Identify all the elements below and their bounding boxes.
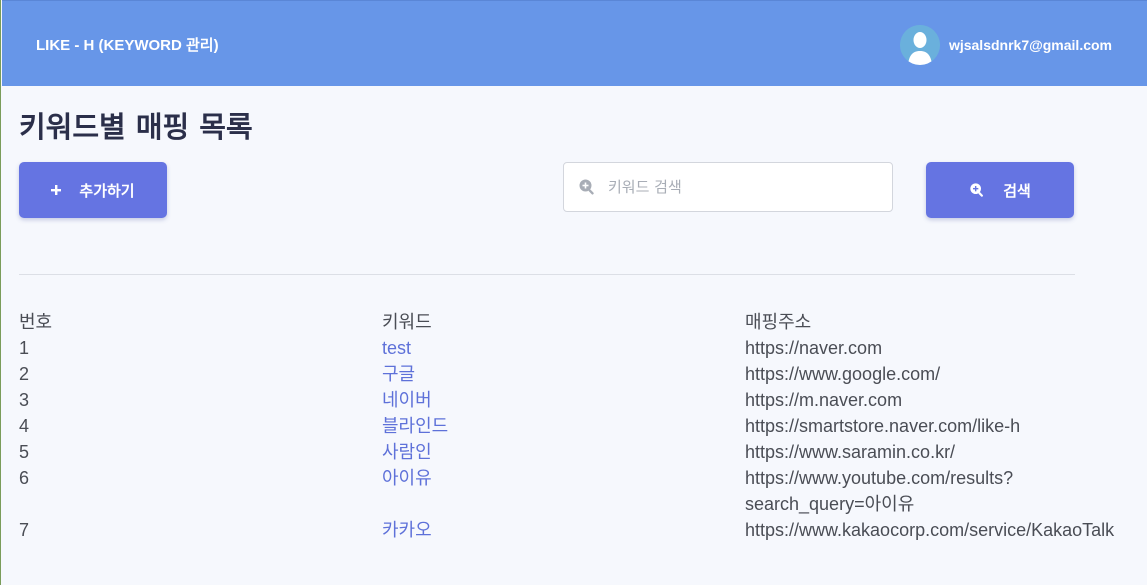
column-header-url: 매핑주소 bbox=[745, 312, 812, 332]
add-button-label: 추가하기 bbox=[79, 181, 135, 200]
mapping-url: https://www.youtube.com/results? search_… bbox=[745, 465, 1145, 517]
search-icon bbox=[969, 182, 985, 198]
mapping-url: https://smartstore.naver.com/like-h bbox=[745, 416, 1021, 436]
mapping-url: https://www.saramin.co.kr/ bbox=[745, 442, 956, 462]
search-icon bbox=[578, 178, 596, 196]
plus-icon bbox=[51, 185, 62, 195]
mapping-url: https://www.google.com/ bbox=[745, 364, 941, 384]
row-number: 7 bbox=[19, 520, 30, 540]
row-number: 2 bbox=[19, 364, 30, 384]
keyword-link[interactable]: 사람인 bbox=[382, 439, 432, 465]
search-field[interactable] bbox=[563, 162, 893, 212]
keyword-link[interactable]: 블라인드 bbox=[382, 413, 448, 439]
search-button-label: 검색 bbox=[1003, 181, 1031, 200]
keyword-link[interactable]: 아이유 bbox=[382, 465, 432, 491]
search-button[interactable]: 검색 bbox=[926, 162, 1074, 218]
brand-title[interactable]: LIKE - H (KEYWORD 관리) bbox=[36, 34, 219, 55]
row-number: 5 bbox=[19, 442, 30, 462]
row-number: 6 bbox=[19, 468, 30, 488]
row-number: 3 bbox=[19, 390, 30, 410]
top-navbar: LIKE - H (KEYWORD 관리) wjsalsdnrk7@gmail.… bbox=[2, 0, 1147, 86]
mapping-url: https://naver.com bbox=[745, 338, 883, 358]
mapping-url-line-2: search_query=아이유 bbox=[745, 494, 915, 514]
column-header-keyword: 키워드 bbox=[382, 312, 432, 332]
keyword-link[interactable]: test bbox=[382, 335, 411, 361]
mapping-url: https://www.kakaocorp.com/service/KakaoT… bbox=[745, 520, 1115, 540]
row-number: 1 bbox=[19, 338, 30, 358]
mapping-url-line-1: https://www.youtube.com/results? bbox=[745, 468, 1014, 488]
row-number: 4 bbox=[19, 416, 30, 436]
divider bbox=[19, 274, 1075, 275]
column-header-number: 번호 bbox=[19, 312, 53, 332]
app-window: LIKE - H (KEYWORD 관리) wjsalsdnrk7@gmail.… bbox=[0, 0, 1147, 585]
search-input[interactable] bbox=[608, 178, 868, 196]
user-menu[interactable]: wjsalsdnrk7@gmail.com bbox=[899, 25, 1112, 65]
user-email: wjsalsdnrk7@gmail.com bbox=[948, 37, 1112, 53]
keyword-link[interactable]: 구글 bbox=[382, 361, 415, 387]
keyword-link[interactable]: 카카오 bbox=[382, 517, 432, 543]
mapping-url: https://m.naver.com bbox=[745, 390, 903, 410]
user-avatar-icon[interactable] bbox=[899, 25, 940, 65]
add-button[interactable]: 추가하기 bbox=[19, 162, 167, 218]
keyword-link[interactable]: 네이버 bbox=[382, 387, 432, 413]
page-title: 키워드별 매핑 목록 bbox=[19, 110, 253, 144]
